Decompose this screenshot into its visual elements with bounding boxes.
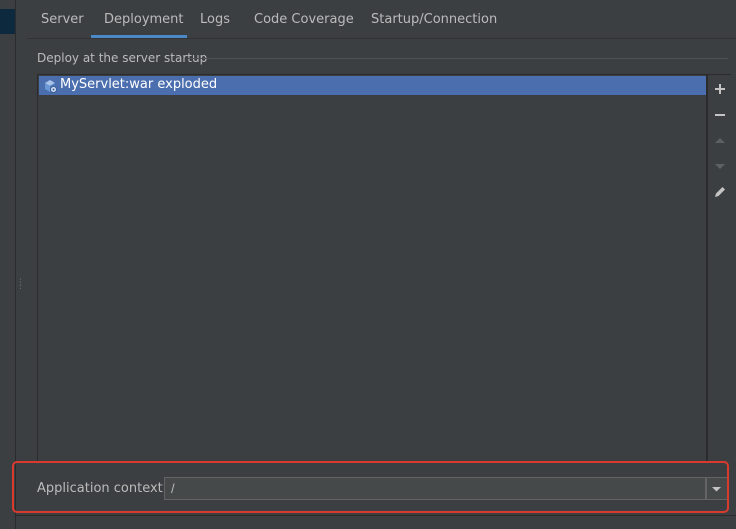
left-panel-selected-item[interactable] <box>0 9 15 34</box>
splitter-grip-icon[interactable]: ⋮ ⋮ <box>16 279 25 300</box>
highlight-annotation <box>12 461 729 513</box>
remove-icon[interactable] <box>711 106 729 124</box>
artifact-icon <box>45 80 57 93</box>
list-item[interactable]: MyServlet:war exploded <box>39 76 706 95</box>
list-toolbar <box>706 74 731 462</box>
add-icon[interactable] <box>711 80 729 98</box>
deployment-list[interactable]: MyServlet:war exploded <box>37 74 708 462</box>
tab-server[interactable]: Server <box>41 12 84 27</box>
active-tab-indicator <box>91 35 187 38</box>
bottom-divider <box>16 515 736 516</box>
tab-logs[interactable]: Logs <box>200 12 230 27</box>
deploy-group-title: Deploy at the server startup <box>37 51 208 65</box>
tab-startup-connection[interactable]: Startup/Connection <box>371 12 497 27</box>
group-divider <box>188 58 728 59</box>
left-panel <box>0 0 16 529</box>
move-down-icon[interactable] <box>711 157 729 175</box>
tab-deployment[interactable]: Deployment <box>104 12 184 27</box>
list-item-label: MyServlet:war exploded <box>60 77 218 92</box>
edit-icon[interactable] <box>711 183 729 201</box>
move-up-icon[interactable] <box>711 132 729 150</box>
tab-code-coverage[interactable]: Code Coverage <box>254 12 354 27</box>
